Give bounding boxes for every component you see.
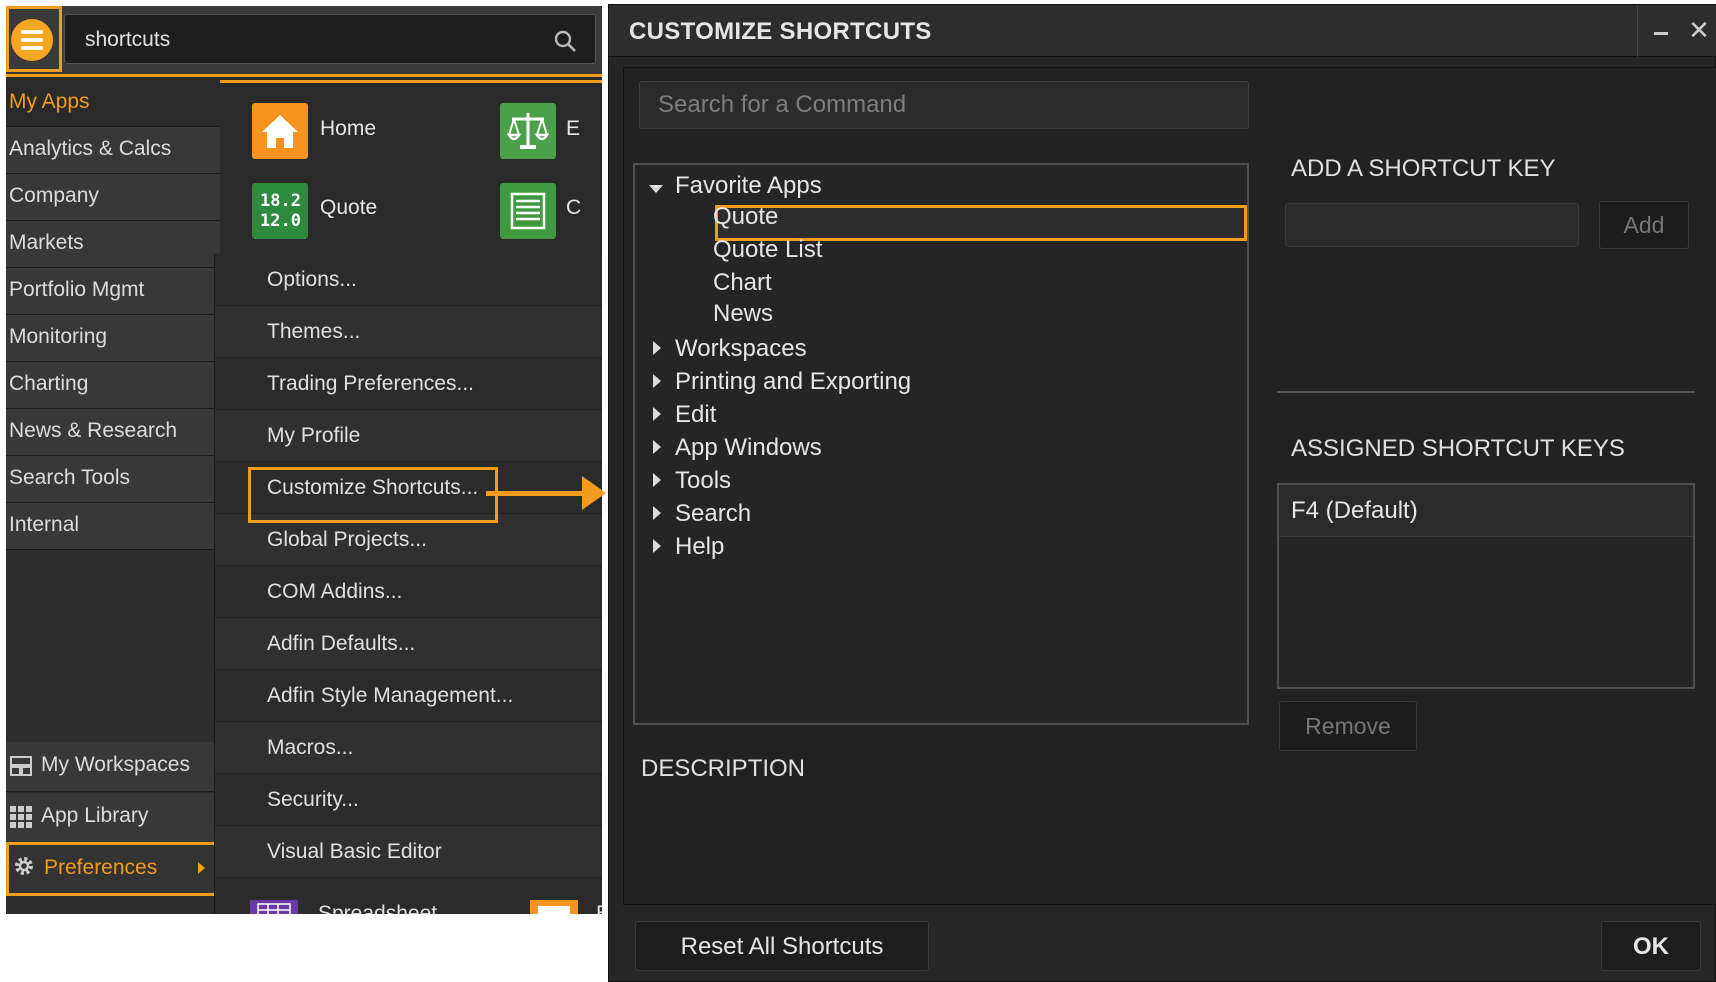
app-cut-label-3: E xyxy=(596,902,602,914)
description-heading: DESCRIPTION xyxy=(641,755,806,782)
launcher-logo-button[interactable] xyxy=(6,6,62,72)
menu-item-security[interactable]: Security... xyxy=(215,774,602,826)
nav-item-analytics[interactable]: Analytics & Calcs xyxy=(6,127,220,174)
collapsed-triangle-icon[interactable] xyxy=(653,341,661,355)
tree-item-news[interactable]: News xyxy=(713,300,773,328)
home-icon[interactable] xyxy=(252,103,308,159)
grid-icon xyxy=(10,806,32,828)
command-tree: Favorite Apps Quote Quote List Chart New… xyxy=(633,163,1249,725)
menu-item-trading-preferences[interactable]: Trading Preferences... xyxy=(215,358,602,410)
app-launcher-panel: shortcuts My Apps Analytics & Calcs Comp… xyxy=(6,6,602,914)
collapsed-triangle-icon[interactable] xyxy=(653,374,661,388)
assigned-shortcuts-heading: ASSIGNED SHORTCUT KEYS xyxy=(1291,435,1625,462)
nav-preferences-label: Preferences xyxy=(44,856,158,879)
minimize-button[interactable] xyxy=(1637,5,1681,57)
quote-icon[interactable]: 18.2 12.0 xyxy=(252,183,308,239)
app-home-label[interactable]: Home xyxy=(320,117,376,141)
close-button[interactable]: ✕ xyxy=(1681,5,1716,57)
command-search-input[interactable] xyxy=(640,82,1248,128)
menu-item-my-profile[interactable]: My Profile xyxy=(215,410,602,462)
nav-item-news-research[interactable]: News & Research xyxy=(6,409,220,456)
customize-shortcuts-dialog: CUSTOMIZE SHORTCUTS ✕ Favorite Apps Quot… xyxy=(608,4,1716,982)
menu-item-adfin-style[interactable]: Adfin Style Management... xyxy=(215,670,602,722)
tree-item-chart[interactable]: Chart xyxy=(713,269,772,297)
menu-item-macros[interactable]: Macros... xyxy=(215,722,602,774)
search-input[interactable]: shortcuts xyxy=(85,28,170,52)
spreadsheet-app-partial[interactable]: Spreadsheet E xyxy=(250,900,602,914)
tree-group-app-windows[interactable]: App Windows xyxy=(675,434,822,462)
assigned-shortcuts-list: F4 (Default) xyxy=(1277,483,1695,689)
remove-button[interactable]: Remove xyxy=(1279,701,1417,751)
menu-item-com-addins[interactable]: COM Addins... xyxy=(215,566,602,618)
callout-arrow-head xyxy=(582,476,606,510)
collapsed-triangle-icon[interactable] xyxy=(653,407,661,421)
nav-app-library-label: App Library xyxy=(41,804,149,827)
tree-item-quote[interactable]: Quote xyxy=(713,203,778,231)
dialog-titlebar[interactable]: CUSTOMIZE SHORTCUTS ✕ xyxy=(609,5,1716,57)
nav-item-markets[interactable]: Markets xyxy=(6,221,220,268)
launcher-search-box[interactable]: shortcuts xyxy=(64,14,596,64)
app-quote-label[interactable]: Quote xyxy=(320,196,377,220)
nav-item-company[interactable]: Company xyxy=(6,174,220,221)
ok-button[interactable]: OK xyxy=(1601,921,1701,971)
nav-item-internal[interactable]: Internal xyxy=(6,503,220,550)
launcher-nav: My Apps Analytics & Calcs Company Market… xyxy=(6,80,220,914)
app-cut-label-1[interactable]: E xyxy=(566,117,580,141)
shortcut-key-field[interactable] xyxy=(1285,203,1579,247)
dialog-title: CUSTOMIZE SHORTCUTS xyxy=(629,18,932,45)
quote-tile-value-2: 12.0 xyxy=(260,211,301,231)
menu-item-options[interactable]: Options... xyxy=(215,254,602,306)
minimize-icon xyxy=(1654,32,1668,35)
add-button[interactable]: Add xyxy=(1599,201,1689,249)
section-divider xyxy=(1277,391,1695,393)
add-shortcut-heading: ADD A SHORTCUT KEY xyxy=(1291,155,1556,182)
app-spreadsheet-label: Spreadsheet xyxy=(318,902,438,914)
collapsed-triangle-icon[interactable] xyxy=(653,539,661,553)
reset-all-shortcuts-button[interactable]: Reset All Shortcuts xyxy=(635,921,929,971)
preferences-submenu: Options... Themes... Trading Preferences… xyxy=(214,254,602,914)
menu-circle-icon xyxy=(11,19,53,61)
tree-group-help[interactable]: Help xyxy=(675,533,724,561)
nav-item-charting[interactable]: Charting xyxy=(6,362,220,409)
list-icon[interactable] xyxy=(500,183,556,239)
collapsed-triangle-icon[interactable] xyxy=(653,506,661,520)
search-icon[interactable] xyxy=(553,29,577,53)
menu-item-themes[interactable]: Themes... xyxy=(215,306,602,358)
app-cut-label-2[interactable]: C xyxy=(566,196,581,220)
nav-item-monitoring[interactable]: Monitoring xyxy=(6,315,220,362)
assigned-shortcut-row[interactable]: F4 (Default) xyxy=(1279,485,1693,537)
collapsed-triangle-icon[interactable] xyxy=(653,473,661,487)
nav-item-portfolio[interactable]: Portfolio Mgmt xyxy=(6,268,220,315)
tree-group-edit[interactable]: Edit xyxy=(675,401,716,429)
nav-item-search-tools[interactable]: Search Tools xyxy=(6,456,220,503)
nav-my-workspaces[interactable]: My Workspaces xyxy=(6,742,220,792)
partial-app-icon xyxy=(530,900,578,914)
command-search-box[interactable] xyxy=(639,81,1249,129)
spreadsheet-icon xyxy=(250,900,298,914)
menu-item-adfin-defaults[interactable]: Adfin Defaults... xyxy=(215,618,602,670)
nav-item-my-apps[interactable]: My Apps xyxy=(6,80,220,127)
callout-arrow-shaft xyxy=(486,491,588,496)
nav-preferences[interactable]: Preferences xyxy=(6,842,220,896)
tree-group-workspaces[interactable]: Workspaces xyxy=(675,335,807,363)
my-apps-grid: Home E 18.2 12.0 Quote C xyxy=(220,80,602,240)
customize-shortcuts-highlight xyxy=(248,467,498,523)
launcher-topbar: shortcuts xyxy=(6,6,602,77)
nav-my-workspaces-label: My Workspaces xyxy=(41,753,190,776)
tree-item-quote-list[interactable]: Quote List xyxy=(713,236,822,264)
tree-group-tools[interactable]: Tools xyxy=(675,467,731,495)
tree-group-printing-exporting[interactable]: Printing and Exporting xyxy=(675,368,911,396)
collapsed-triangle-icon[interactable] xyxy=(653,440,661,454)
expanded-triangle-icon[interactable] xyxy=(649,185,663,193)
tree-group-search[interactable]: Search xyxy=(675,500,751,528)
chevron-right-icon xyxy=(198,862,205,874)
menu-item-vba-editor[interactable]: Visual Basic Editor xyxy=(215,826,602,878)
tree-group-favorite-apps[interactable]: Favorite Apps xyxy=(675,172,822,200)
quote-tile-value-1: 18.2 xyxy=(260,191,301,211)
close-icon: ✕ xyxy=(1688,15,1710,45)
scales-icon[interactable] xyxy=(500,103,556,159)
gear-icon xyxy=(15,857,33,875)
workspaces-icon xyxy=(10,756,32,776)
nav-app-library[interactable]: App Library xyxy=(6,793,220,843)
